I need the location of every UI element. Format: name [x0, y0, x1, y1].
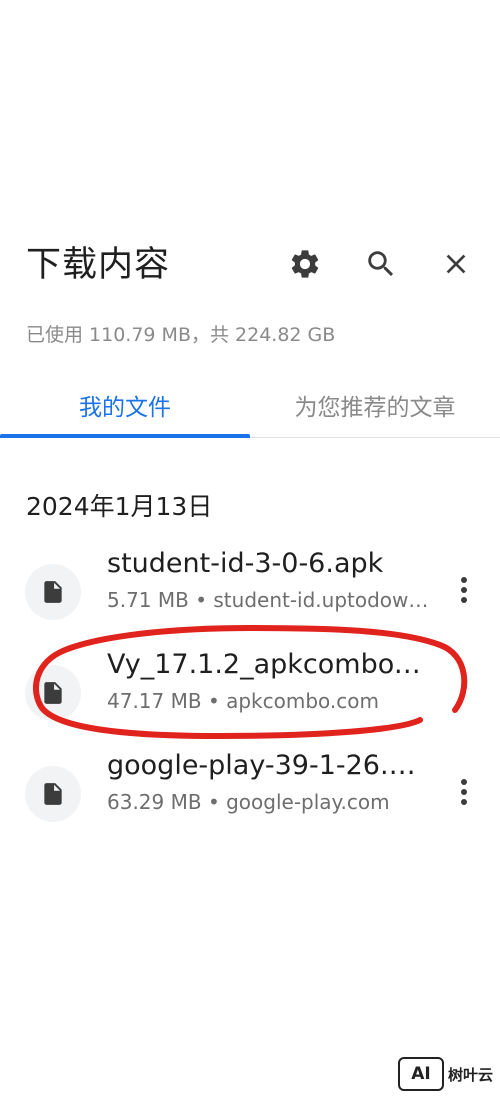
- file-name: google-play-39-1-26.apk: [107, 750, 429, 781]
- watermark-logo: AI 树叶云: [398, 1056, 493, 1092]
- more-options-button[interactable]: [444, 768, 484, 816]
- app-header: 下载内容: [0, 228, 500, 308]
- close-icon: [446, 254, 466, 274]
- tab-my-files[interactable]: 我的文件: [0, 372, 250, 438]
- file-icon-container: [25, 766, 81, 822]
- settings-button[interactable]: [281, 240, 329, 288]
- file-meta: 63.29 MB • google-play.com: [107, 790, 390, 814]
- page-title: 下载内容: [26, 245, 171, 285]
- more-options-button[interactable]: [444, 566, 484, 614]
- file-row[interactable]: student-id-3-0-6.apk 5.71 MB • student-i…: [0, 546, 500, 642]
- watermark-text: 树叶云: [448, 1065, 494, 1084]
- file-meta: 47.17 MB • apkcombo.com: [107, 689, 380, 713]
- more-vert-icon: [461, 577, 467, 603]
- file-meta: 5.71 MB • student-id.uptodown.com: [107, 588, 429, 612]
- search-button[interactable]: [357, 240, 405, 288]
- file-name: Vy_17.1.2_apkcombo.com.apk: [107, 649, 429, 680]
- file-icon-container: [25, 564, 81, 620]
- watermark-badge: AI: [398, 1057, 444, 1091]
- file-icon: [44, 581, 62, 603]
- file-icon-container: [25, 665, 81, 721]
- date-group-header: 2024年1月13日: [26, 492, 213, 521]
- file-icon: [44, 783, 62, 805]
- tab-bar: 我的文件 为您推荐的文章: [0, 372, 500, 438]
- tab-recommended-articles[interactable]: 为您推荐的文章: [250, 372, 500, 438]
- close-button[interactable]: [432, 240, 480, 288]
- file-name: student-id-3-0-6.apk: [107, 548, 384, 579]
- file-row[interactable]: Vy_17.1.2_apkcombo.com.apk 47.17 MB • ap…: [0, 647, 500, 743]
- gear-icon: [291, 250, 319, 278]
- file-icon: [44, 682, 62, 704]
- more-vert-icon: [461, 779, 467, 805]
- search-icon: [368, 251, 394, 277]
- file-row[interactable]: google-play-39-1-26.apk 63.29 MB • googl…: [0, 748, 500, 844]
- storage-usage: 已使用 110.79 MB，共 224.82 GB: [26, 324, 336, 346]
- tab-indicator: [0, 434, 250, 438]
